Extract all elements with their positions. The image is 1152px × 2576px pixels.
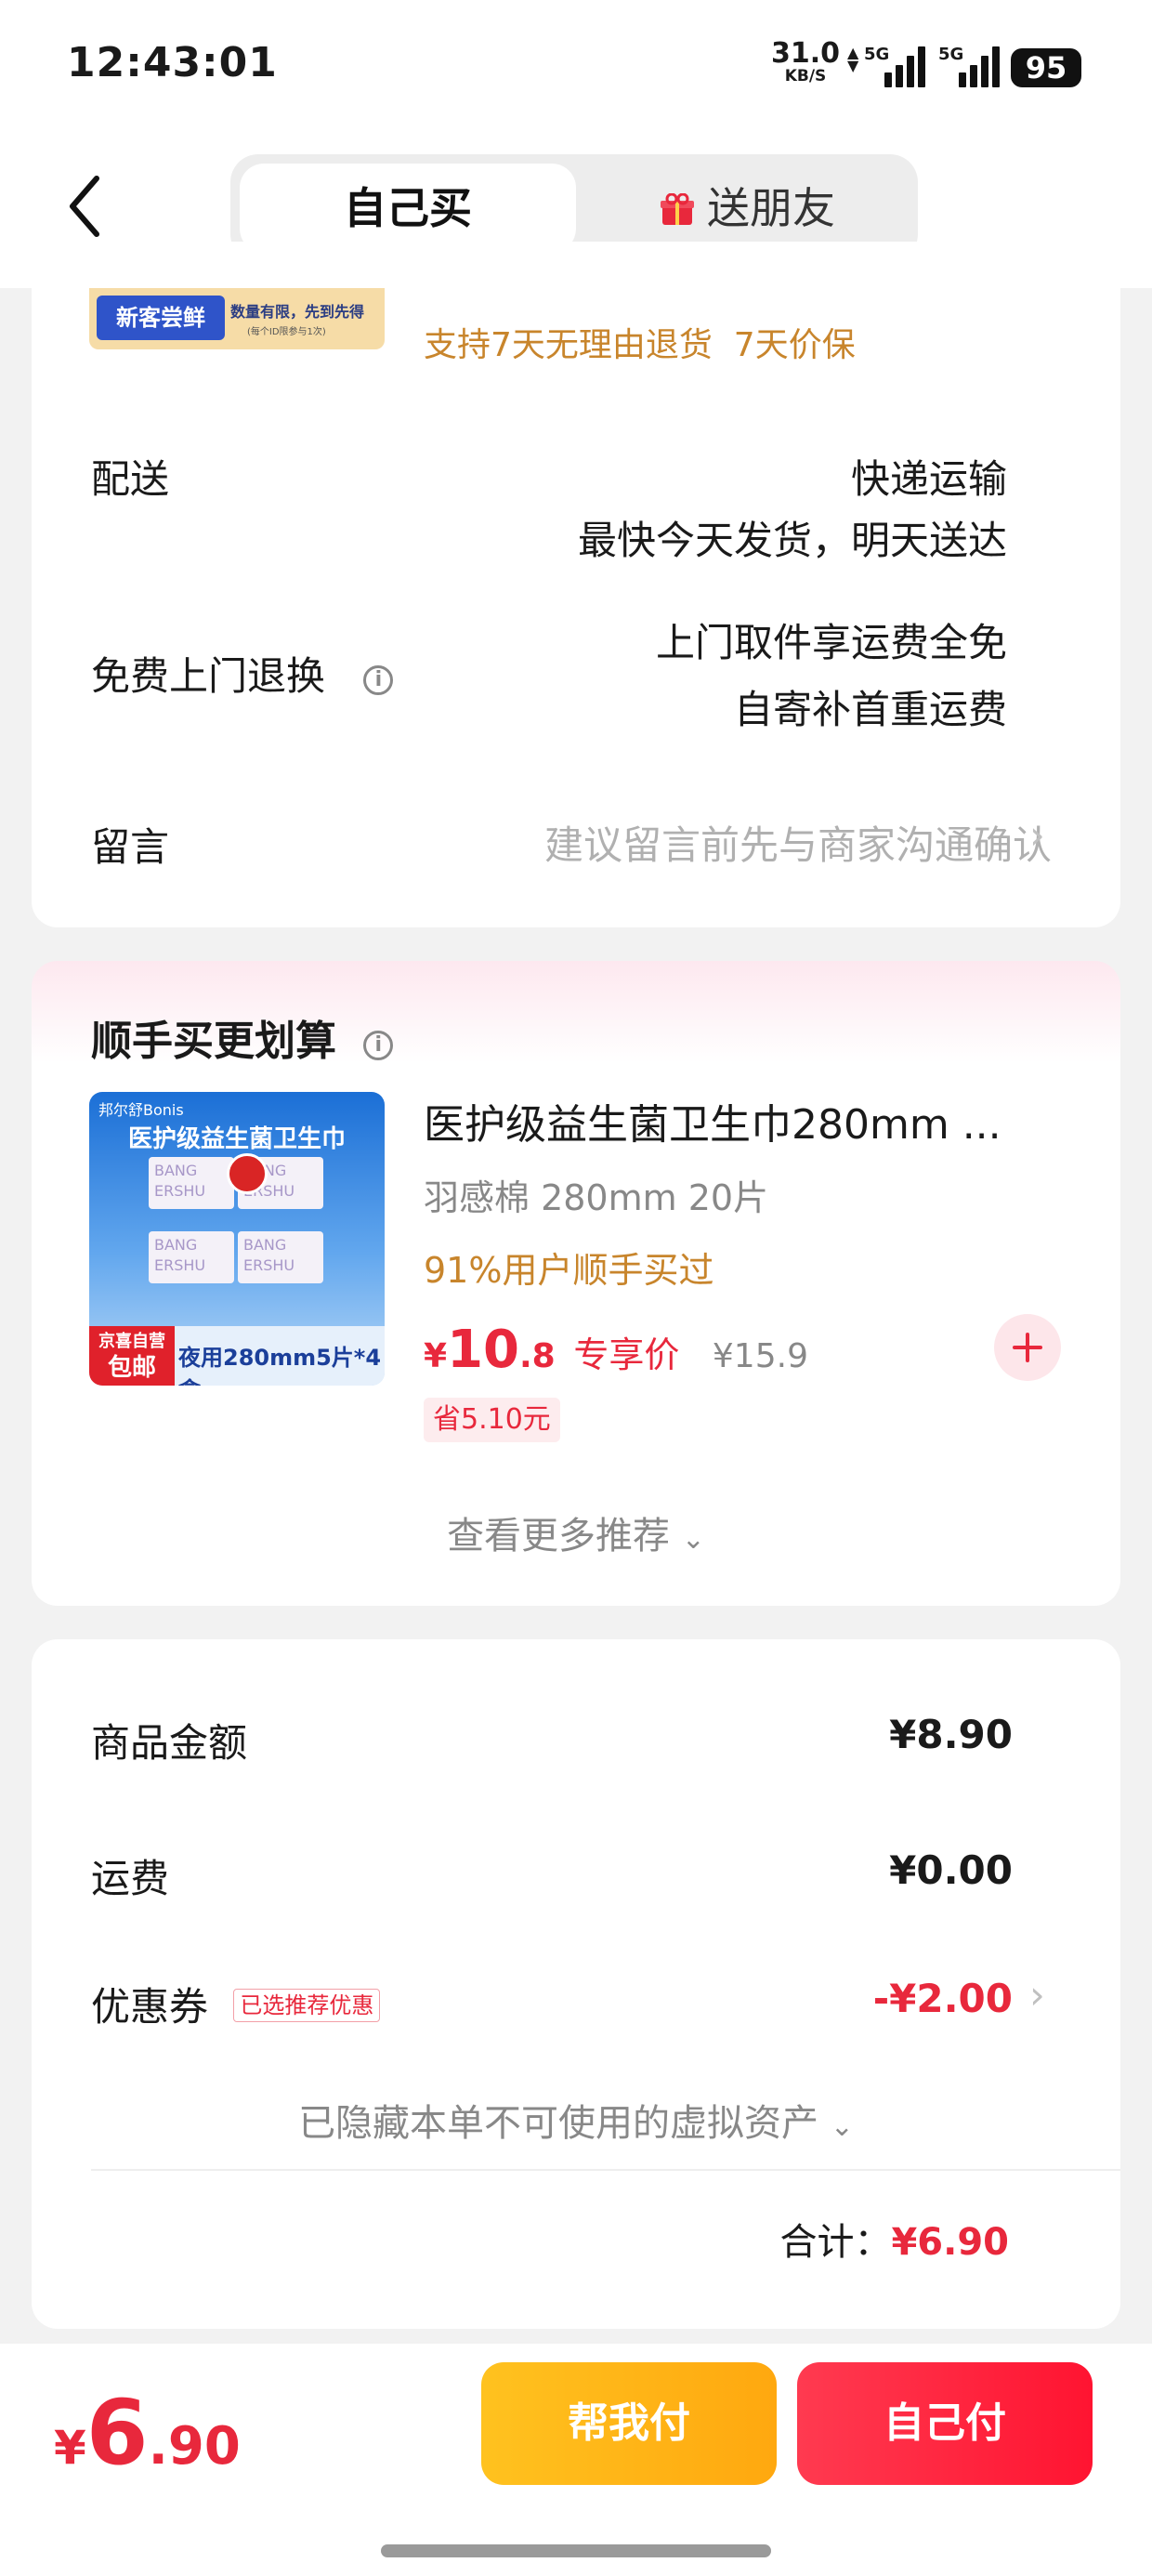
bundle-title-text: 顺手买更划算 (91, 1018, 336, 1065)
total-label: 合计： (779, 2221, 892, 2264)
status-bar: 12:43:01 31.0 KB/S ▲ ▼ 5G 5G 95 (0, 0, 1152, 139)
network-speed: 31.0 KB/S (771, 40, 840, 86)
status-time: 12:43:01 (67, 39, 278, 86)
checkout-price-decimal: .90 (148, 2416, 241, 2477)
info-icon[interactable]: i (363, 1031, 394, 1060)
self-operated-label: 京喜自营 (98, 1332, 165, 1351)
add-to-order-button[interactable] (994, 1314, 1061, 1381)
view-more-recommendations[interactable]: 查看更多推荐 ⌄ (0, 1505, 1152, 1559)
bundle-product-name[interactable]: 医护级益生菌卫生巾280mm ... (424, 1091, 1001, 1150)
coupon-value[interactable]: -¥2.00 (873, 1976, 1013, 2021)
product-image-title: 医护级益生菌卫生巾 (127, 1125, 346, 1153)
bundle-product-image[interactable]: 邦尔舒Bonis 医护级益生菌卫生巾 BANG ERSHU BANG ERSHU… (89, 1092, 385, 1386)
pay-myself-button[interactable]: 自己付 (797, 2362, 1093, 2485)
promo-text: 数量有限，先到先得 (230, 303, 365, 321)
sim2-label: 5G (938, 45, 964, 64)
bundle-social-proof: 91%用户顺手买过 (424, 1250, 714, 1291)
product-box: BANG ERSHU (238, 1231, 323, 1283)
message-placeholder: 建议留言前先与商家沟通确认 (543, 822, 1052, 868)
hidden-assets-label: 已隐藏本单不可使用的虚拟资产 (298, 2102, 819, 2145)
shipping-label: 运费 (91, 1856, 170, 1901)
chevron-down-icon: ⌄ (681, 1523, 705, 1556)
guarantee-text: 支持7天无理由退货 7天价保 (424, 326, 856, 364)
self-operated-tag: 京喜自营 包邮 (89, 1326, 175, 1386)
free-shipping-label: 包邮 (107, 1354, 156, 1382)
coupon-tag: 已选推荐优惠 (233, 1989, 381, 2022)
coupon-label-text: 优惠券 (91, 1984, 209, 2030)
message-label: 留言 (91, 824, 170, 870)
info-icon[interactable]: i (363, 665, 394, 695)
data-arrows-icon: ▲ ▼ (847, 44, 859, 74)
price-currency: ¥ (424, 1337, 448, 1375)
checkout-price-integer: 6 (85, 2381, 149, 2485)
signal-sim2-icon: 5G (938, 45, 1003, 87)
certification-badge-icon (227, 1153, 268, 1194)
product-box: BANG ERSHU (149, 1157, 234, 1209)
message-input[interactable]: 建议留言前先与商家沟通确认 (544, 814, 1052, 871)
signal-sim1-icon: 5G (864, 45, 929, 87)
bundle-price: ¥10.8 专享价 ¥15.9 (424, 1320, 808, 1380)
price-decimal: .8 (519, 1337, 556, 1375)
home-indicator[interactable] (381, 2544, 771, 2557)
delivery-eta: 最快今天发货，明天送达 (577, 518, 1007, 563)
product-box: BANG ERSHU (149, 1231, 234, 1283)
price-label: 专享价 (573, 1334, 680, 1375)
sim1-label: 5G (864, 45, 890, 64)
chevron-down-icon: ⌄ (830, 2110, 854, 2143)
view-more-label: 查看更多推荐 (447, 1515, 671, 1557)
delivery-label: 配送 (91, 456, 170, 502)
checkout-currency: ¥ (54, 2421, 86, 2475)
total-value: ¥6.90 (891, 2221, 1009, 2264)
promo-tag: 新客尝鲜 (97, 296, 225, 340)
divider (91, 2169, 1120, 2171)
product-pack-info: 夜用280mm5片*4盒 (178, 1345, 382, 1386)
shipping-value: ¥0.00 (889, 1847, 1013, 1893)
chevron-right-icon: › (1029, 812, 1045, 858)
chevron-right-icon[interactable]: › (1029, 1972, 1045, 2017)
product-image-footer: 京喜自营 包邮 夜用280mm5片*4盒 (89, 1326, 385, 1386)
return-service-label: 免费上门退换 i (91, 645, 394, 702)
bundle-product-spec: 羽感棉 280mm 20片 (424, 1177, 769, 1218)
saving-badge: 省5.10元 (424, 1398, 560, 1442)
checkout-price: ¥6.90 (54, 2381, 241, 2485)
help-me-pay-button[interactable]: 帮我付 (481, 2362, 777, 2485)
hidden-virtual-assets-toggle[interactable]: 已隐藏本单不可使用的虚拟资产 ⌄ (0, 2093, 1152, 2147)
return-service-line1: 上门取件享运费全免 (655, 620, 1007, 665)
checkout-bar: ¥6.90 帮我付 自己付 (0, 2344, 1152, 2576)
back-button[interactable] (59, 169, 115, 243)
battery-indicator: 95 (1011, 48, 1081, 87)
original-price: ¥15.9 (712, 1337, 808, 1375)
goods-amount-label: 商品金额 (91, 1720, 248, 1766)
bundle-title: 顺手买更划算 i (91, 1007, 394, 1067)
price-integer: 10 (447, 1320, 519, 1380)
goods-amount-value: ¥8.90 (889, 1712, 1013, 1757)
return-service-text: 免费上门退换 (91, 653, 326, 699)
tab-buy-for-self[interactable]: 自己买 (240, 164, 576, 253)
network-speed-value: 31.0 (771, 37, 841, 70)
new-customer-promo-thumb: 新客尝鲜 数量有限，先到先得 (每个ID限参与1次) (89, 288, 385, 349)
promo-subtext: (每个ID限参与1次) (247, 327, 326, 337)
coupon-label: 优惠券 已选推荐优惠 (91, 1976, 381, 2032)
product-brand: 邦尔舒Bonis (98, 1101, 184, 1119)
chevron-left-icon (70, 176, 99, 237)
tab-gift-friend[interactable]: 送朋友 (587, 164, 909, 253)
gift-icon (661, 167, 694, 225)
return-service-line2: 自寄补首重运费 (733, 687, 1007, 732)
network-speed-unit: KB/S (784, 67, 827, 85)
delivery-method: 快递运输 (850, 456, 1007, 502)
total-row: 合计：¥6.90 (779, 2212, 1009, 2266)
tab-gift-label: 送朋友 (707, 183, 835, 233)
